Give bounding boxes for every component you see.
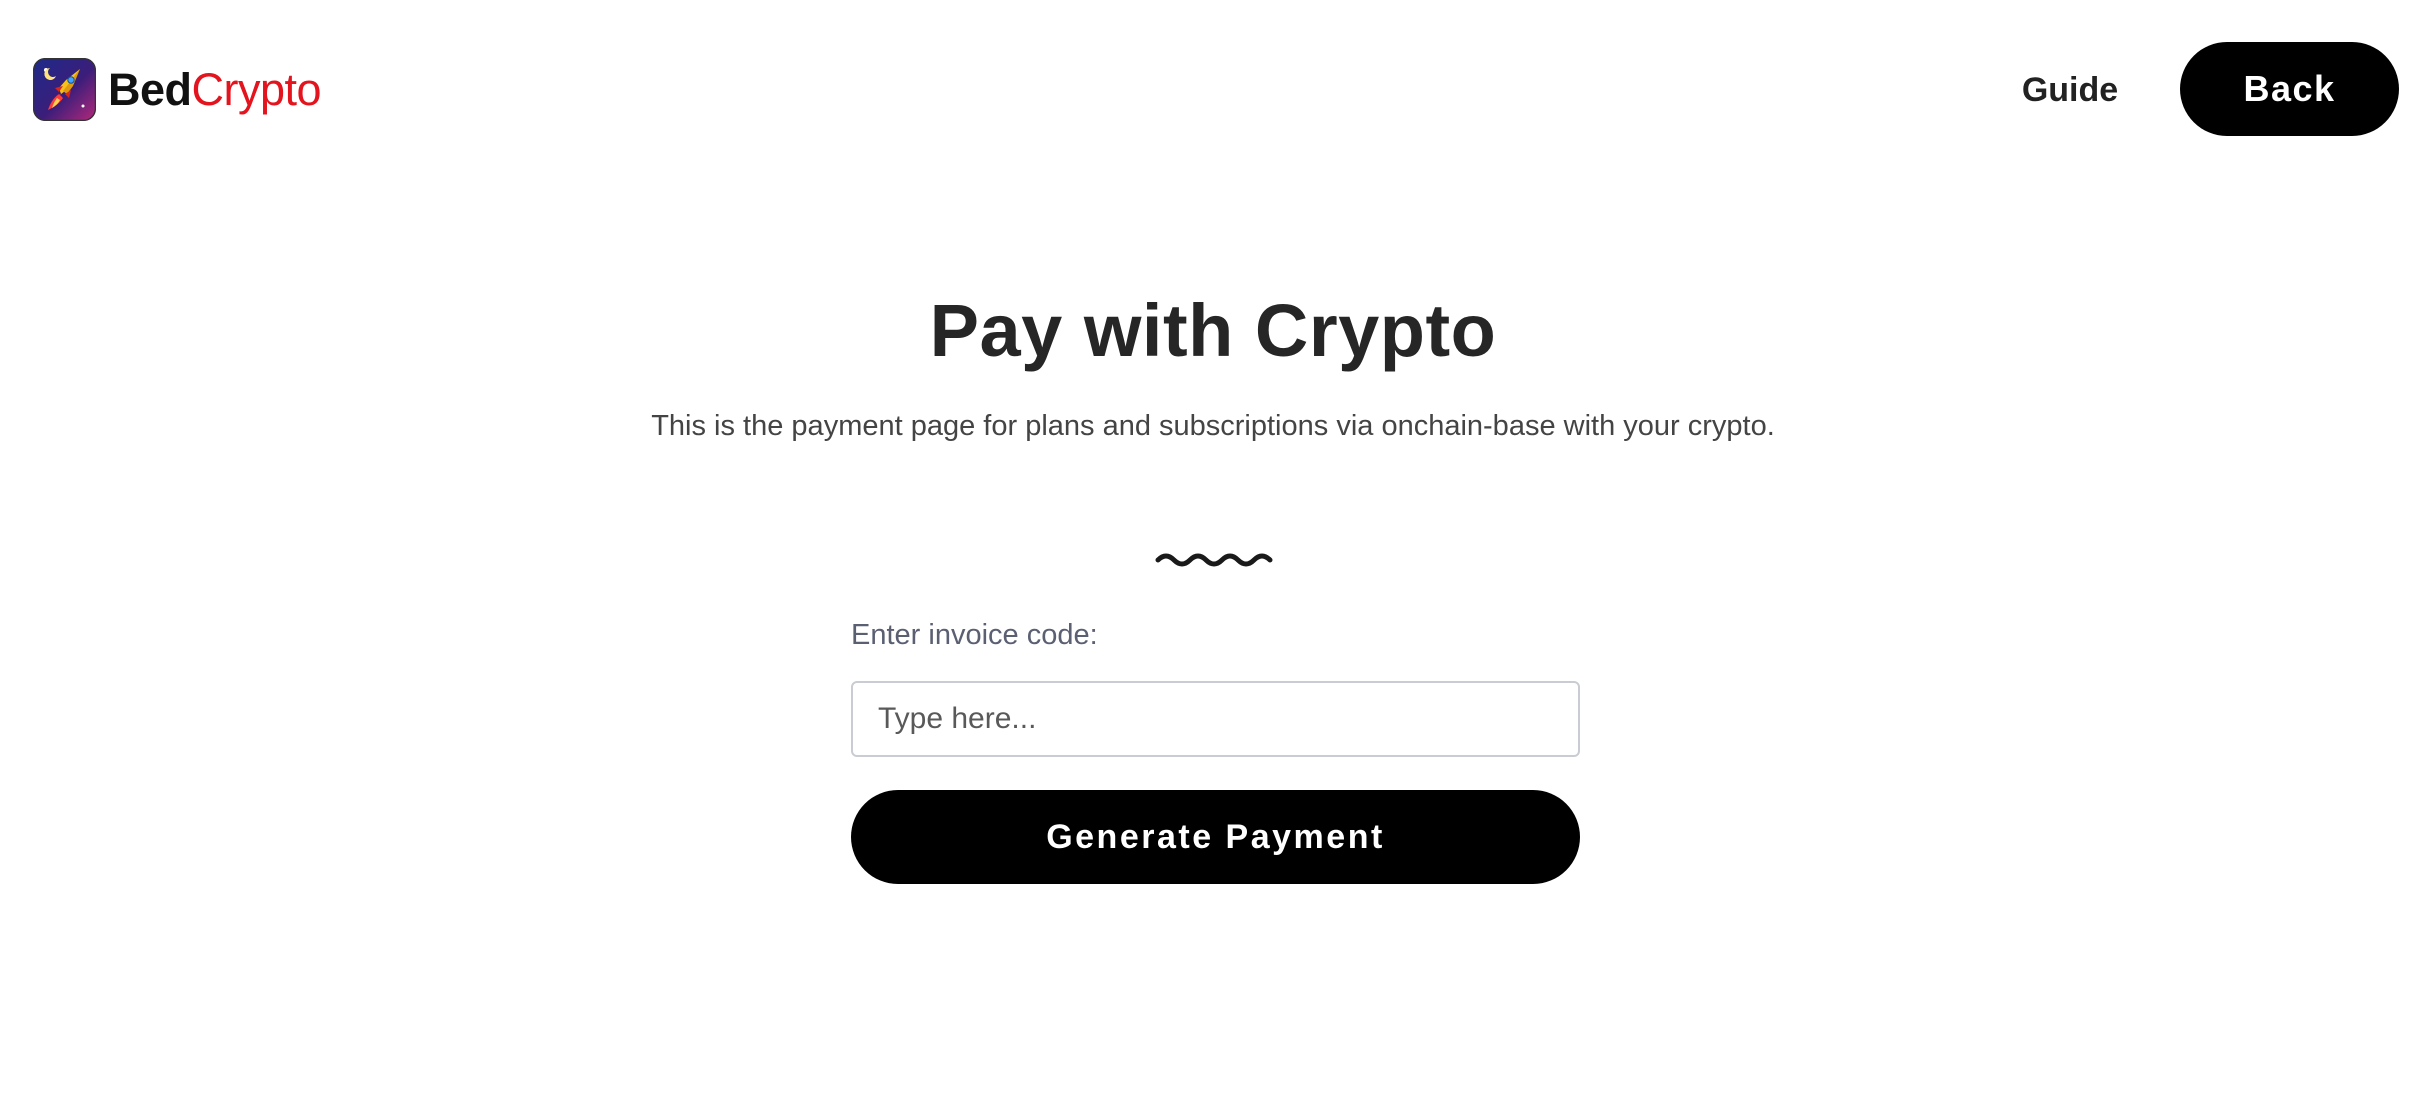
page-title: Pay with Crypto: [929, 289, 1497, 372]
brand-name: BedCrypto: [108, 64, 322, 115]
brand-name-part2: Crypto: [191, 64, 322, 115]
page-description: This is the payment page for plans and s…: [651, 410, 1775, 442]
generate-payment-button[interactable]: Generate Payment: [851, 790, 1580, 884]
nav-guide-link[interactable]: Guide: [2000, 66, 2140, 114]
invoice-code-input[interactable]: [851, 681, 1580, 757]
brand-name-part1: Bed: [108, 64, 192, 115]
invoice-form: Enter invoice code: Generate Payment: [851, 614, 1580, 884]
site-header: BedCrypto Guide Back: [0, 0, 2426, 180]
back-button[interactable]: Back: [2180, 42, 2399, 136]
wave-divider-icon: [1155, 553, 1273, 567]
invoice-code-label: Enter invoice code:: [851, 619, 1098, 651]
rocket-icon: [33, 58, 96, 121]
brand-logo-link[interactable]: BedCrypto: [33, 58, 322, 121]
